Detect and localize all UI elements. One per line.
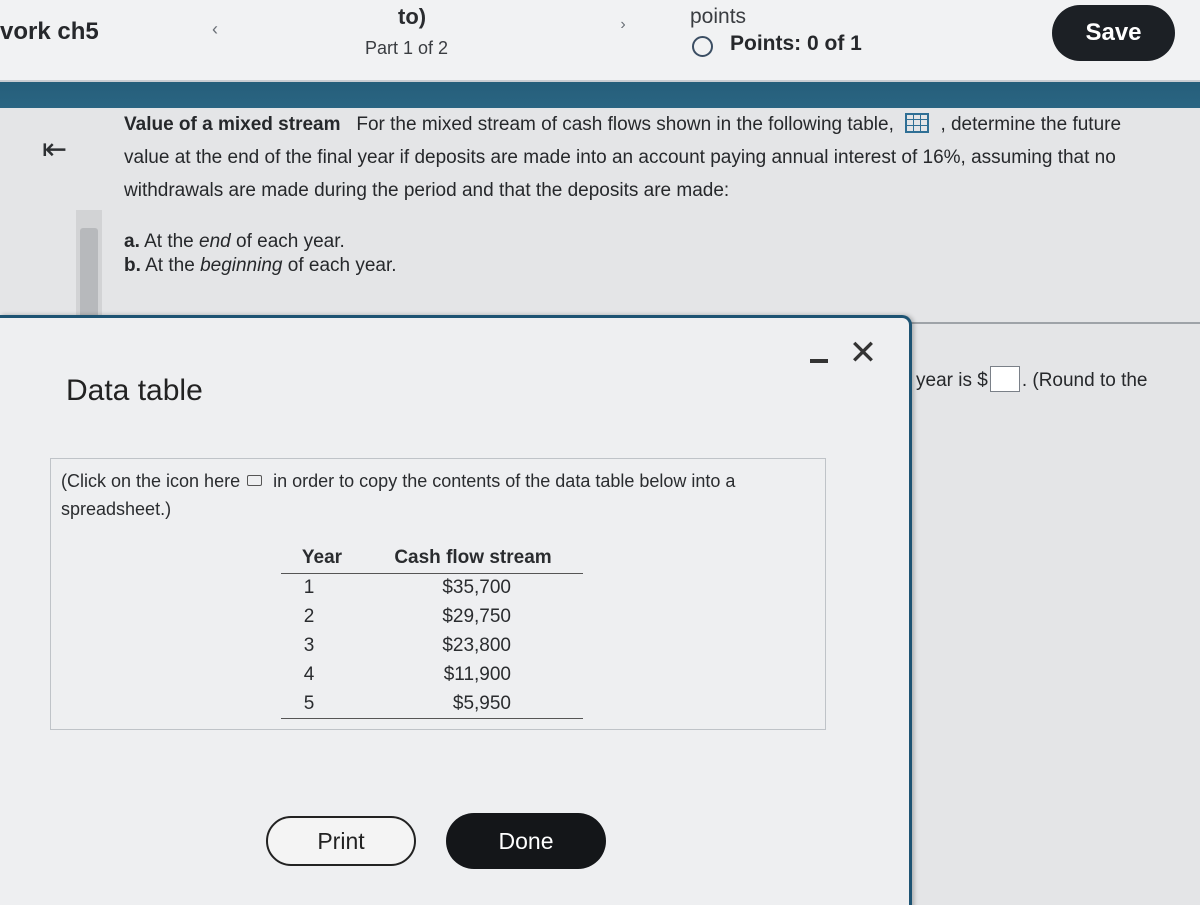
part-a-em: end	[199, 231, 231, 252]
table-row: 2 $29,750	[281, 603, 583, 632]
answer-line: year is $ . (Round to the	[916, 366, 1148, 392]
table-row: 4 $11,900	[281, 661, 583, 690]
copy-note-start: (Click on the icon here	[61, 471, 241, 491]
year-cell: 2	[303, 606, 315, 627]
chevron-right-icon[interactable]: ›	[608, 10, 638, 40]
part-b: b. At the beginning of each year.	[124, 254, 397, 278]
part-a: a. At the end of each year.	[124, 230, 397, 254]
question-body-start: For the mixed stream of cash flows shown…	[356, 114, 894, 135]
copy-icon[interactable]	[247, 475, 263, 486]
part-b-post: of each year.	[287, 255, 397, 276]
table-row: 5 $5,950	[281, 689, 583, 719]
save-button[interactable]: Save	[1052, 5, 1175, 61]
year-cell: 3	[303, 635, 315, 656]
points-status: Points: 0 of 1	[730, 32, 862, 56]
col-cash-flow: Cash flow stream	[363, 545, 583, 574]
question-heading: Value of a mixed stream	[124, 114, 341, 135]
cash-flow-cell: $29,750	[442, 606, 511, 627]
data-table-dialog: Data table ✕ (Click on the icon here in …	[0, 315, 912, 905]
year-cell: 5	[281, 689, 363, 719]
header-panel: vork ch5 ‹ to) Part 1 of 2 › points Poin…	[0, 0, 1200, 82]
answer-input[interactable]	[989, 366, 1020, 392]
points-status-icon	[692, 36, 713, 57]
col-year: Year	[281, 545, 363, 574]
part-indicator: Part 1 of 2	[365, 38, 449, 58]
close-icon[interactable]: ✕	[846, 336, 880, 372]
data-table-container: (Click on the icon here in order to copy…	[50, 458, 826, 730]
table-grid-icon[interactable]	[905, 113, 930, 133]
table-header-row: Year Cash flow stream	[281, 545, 583, 574]
part-a-post: of each year.	[236, 231, 345, 252]
cash-flow-cell: $23,800	[442, 635, 511, 656]
collapse-left-icon[interactable]: ⇤	[42, 132, 67, 167]
minimize-icon[interactable]	[806, 342, 832, 372]
cash-flow-cell: $35,700	[442, 577, 511, 599]
points-label: points	[690, 5, 747, 28]
chevron-left-icon[interactable]: ‹	[200, 12, 230, 46]
dialog-title: Data table	[66, 374, 203, 407]
question-text: Value of a mixed stream For the mixed st…	[124, 108, 1164, 207]
scrollbar-thumb[interactable]	[80, 228, 98, 322]
table-row: 3 $23,800	[281, 632, 583, 661]
table-row: 1 $35,700	[281, 574, 583, 603]
done-button[interactable]: Done	[446, 813, 606, 869]
copy-note: (Click on the icon here in order to copy…	[61, 467, 801, 523]
answer-text-before: year is $	[916, 370, 988, 391]
part-b-em: beginning	[200, 255, 283, 276]
year-cell: 1	[303, 577, 315, 599]
part-b-label: b.	[124, 255, 141, 276]
part-a-pre: At the	[144, 231, 194, 252]
question-parts: a. At the end of each year. b. At the be…	[124, 230, 397, 278]
cash-flow-table: Year Cash flow stream 1 $35,700 2 $29,75…	[281, 545, 583, 719]
question-title: to)	[398, 4, 427, 29]
part-b-pre: At the	[145, 255, 195, 276]
answer-text-after: . (Round to the	[1021, 370, 1148, 391]
year-cell: 4	[303, 664, 315, 685]
print-button[interactable]: Print	[266, 816, 416, 866]
minimize-bar	[810, 359, 828, 363]
part-a-label: a.	[124, 231, 140, 252]
cash-flow-cell: $5,950	[363, 689, 583, 719]
points-status-text: Points: 0 of 1	[730, 32, 862, 55]
homework-title: vork ch5	[0, 18, 99, 45]
cash-flow-cell: $11,900	[443, 664, 511, 685]
